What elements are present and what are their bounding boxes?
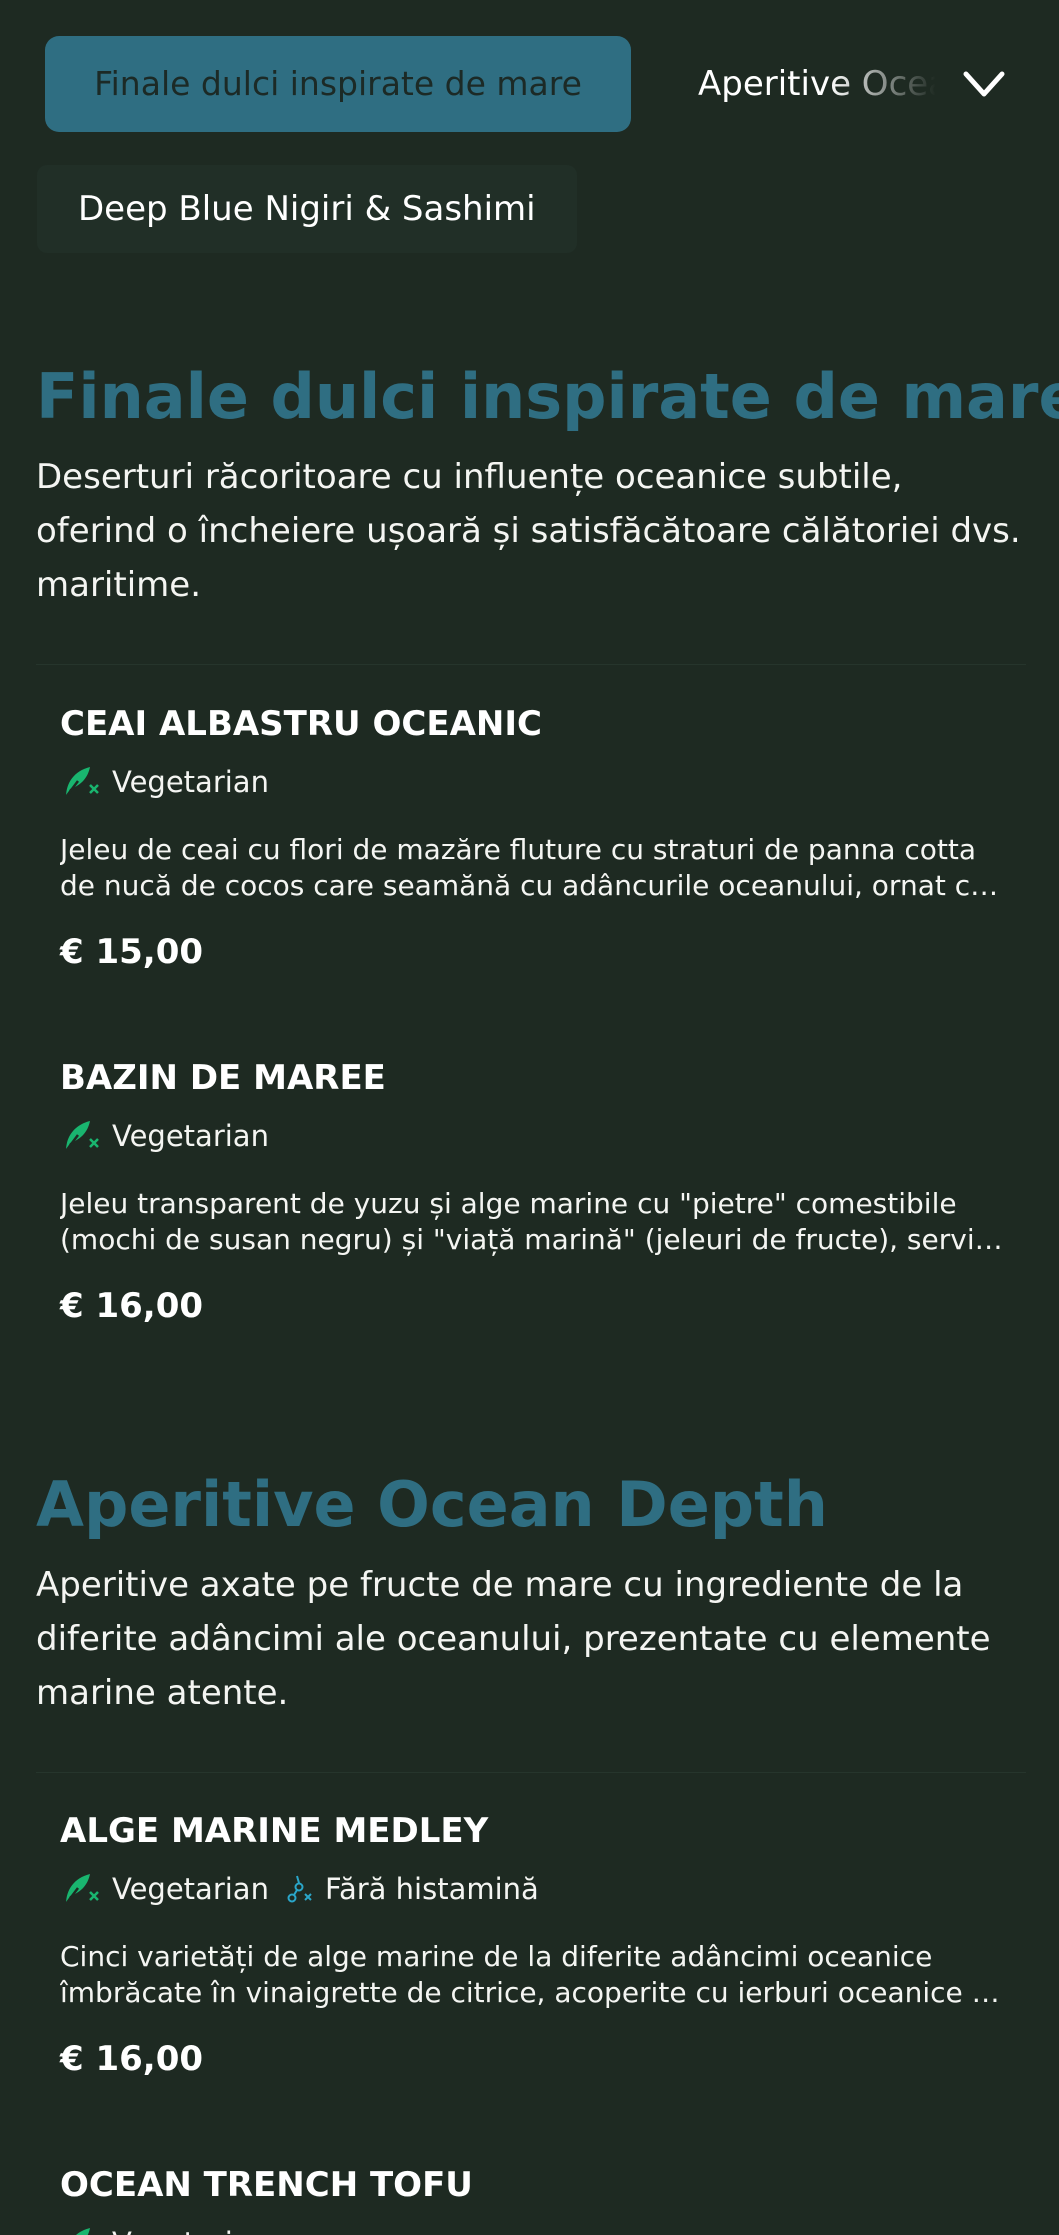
category-nav: Finale dulci inspirate de mare Aperitive… [0, 0, 1059, 160]
section-title: Finale dulci inspirate de mare [36, 360, 1059, 433]
vegetarian-leaf-icon [65, 1874, 99, 1905]
item-name: ALGE MARINE MEDLEY [60, 1811, 489, 1851]
item-description: Cinci varietăți de alge marine de la dif… [60, 1940, 995, 2009]
tag-label: Vegetarian [112, 2226, 269, 2235]
chevron-down-icon[interactable] [960, 60, 1008, 108]
tag-vegetarian: Vegetarian [60, 1870, 269, 1908]
item-description: Jeleu transparent de yuzu și alge marine… [60, 1187, 986, 1256]
item-tags: Vegetarian [60, 2223, 1010, 2235]
item-tags: Vegetarian [60, 1116, 1010, 1156]
item-description: Jeleu de ceai cu flori de mazăre fluture… [60, 833, 988, 902]
item-price: € 15,00 [60, 932, 204, 972]
menu-item[interactable]: OCEAN TRENCH TOFU Vegetarian [60, 2163, 1010, 2235]
vegetarian-leaf-icon [65, 767, 99, 798]
tab-finale-dulci[interactable]: Finale dulci inspirate de mare [45, 36, 631, 132]
vegetarian-leaf-icon [65, 1121, 99, 1152]
item-tags: Vegetarian Fără histamină [60, 1869, 1010, 1909]
item-name: CEAI ALBASTRU OCEANIC [60, 704, 542, 744]
item-price: € 16,00 [60, 2039, 204, 2079]
section-description: Deserturi răcoritoare cu influențe ocean… [36, 457, 1021, 605]
section-aperitive-ocean-depth: Aperitive Ocean Depth Aperitive axate pe… [36, 1466, 1026, 1720]
section-divider [36, 664, 1026, 665]
vegetarian-leaf-icon [76, 2228, 90, 2235]
section-finale-dulci: Finale dulci inspirate de mare Deserturi… [36, 358, 1059, 612]
menu-item[interactable]: ALGE MARINE MEDLEY Vegetarian Fără hista… [60, 1809, 1010, 2081]
tab-aperitive-ocean-depth[interactable]: Aperitive Ocean Depth [698, 36, 936, 132]
tag-label: Vegetarian [112, 1119, 269, 1153]
section-title: Aperitive Ocean Depth [36, 1468, 828, 1541]
tag-vegetarian: Vegetarian [60, 2224, 269, 2235]
tag-label: Fără histamină [324, 1872, 539, 1906]
item-name: OCEAN TRENCH TOFU [60, 2165, 473, 2205]
tab-deep-blue-nigiri[interactable]: Deep Blue Nigiri & Sashimi [37, 165, 577, 253]
tag-vegetarian: Vegetarian [60, 1117, 269, 1155]
menu-item[interactable]: BAZIN DE MAREE Vegetarian Jeleu transpar… [60, 1056, 1010, 1328]
section-description: Aperitive axate pe fructe de mare cu ing… [36, 1565, 991, 1713]
tag-label: Vegetarian [112, 1872, 269, 1906]
tag-histamine-free: Fără histamină [285, 1872, 539, 1906]
histamine-free-icon [287, 1875, 312, 1903]
menu-item[interactable]: CEAI ALBASTRU OCEANIC Vegetarian Jeleu d… [60, 702, 1010, 974]
menu-page: Finale dulci inspirate de mare Aperitive… [0, 0, 1059, 2235]
section-divider [36, 1772, 1026, 1773]
tag-label: Vegetarian [112, 765, 269, 799]
item-tags: Vegetarian [60, 762, 1010, 802]
item-price: € 16,00 [60, 1286, 204, 1326]
item-name: BAZIN DE MAREE [60, 1058, 386, 1098]
tag-vegetarian: Vegetarian [60, 763, 269, 801]
